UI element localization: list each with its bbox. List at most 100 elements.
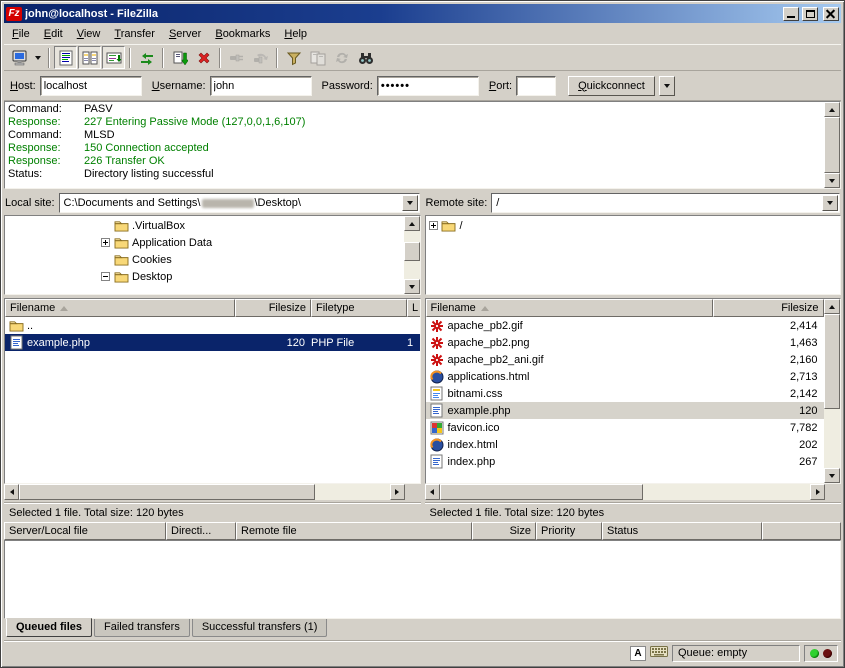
file-row-index-html[interactable]: index.html202	[426, 436, 825, 453]
message-log-scrollbar[interactable]	[824, 102, 840, 188]
file-row-bitnami-css[interactable]: bitnami.css2,142	[426, 385, 825, 402]
scroll-down-button[interactable]	[824, 468, 840, 483]
column-header-filesize[interactable]: Filesize	[713, 299, 824, 317]
column-header-priority[interactable]: Priority	[536, 522, 602, 540]
expand-icon[interactable]	[101, 238, 110, 247]
quickconnect-dropdown-button[interactable]	[659, 76, 675, 96]
tree-item-label: .VirtualBox	[129, 220, 185, 232]
file-row-index-php[interactable]: index.php267	[426, 453, 825, 470]
column-header-server-local-file[interactable]: Server/Local file	[4, 522, 166, 540]
toggle-message-log-button[interactable]	[54, 46, 77, 69]
column-header-filename[interactable]: Filename	[5, 299, 235, 317]
file-row-apache-pb2-gif[interactable]: apache_pb2.gif2,414	[426, 317, 825, 334]
menu-transfer[interactable]: Transfer	[107, 25, 162, 43]
tree-item-virtualbox[interactable]: .VirtualBox	[5, 217, 404, 234]
toggle-transfer-queue-button[interactable]	[102, 46, 125, 69]
tree-item-application-data[interactable]: Application Data	[5, 234, 404, 251]
file-size-cell: 2,142	[713, 385, 824, 402]
file-row-applications-html[interactable]: applications.html2,713	[426, 368, 825, 385]
scroll-right-button[interactable]	[390, 484, 405, 500]
menu-bookmarks[interactable]: Bookmarks	[208, 25, 277, 43]
tab-failed-transfers[interactable]: Failed transfers	[94, 619, 190, 637]
column-header-directi[interactable]: Directi...	[166, 522, 236, 540]
toggle-directory-trees-button[interactable]	[78, 46, 101, 69]
process-queue-button[interactable]	[168, 46, 191, 69]
host-input[interactable]	[40, 76, 142, 96]
scrollbar-track[interactable]	[19, 484, 390, 500]
scrollbar-track[interactable]	[440, 484, 811, 500]
password-input[interactable]	[377, 76, 479, 96]
scroll-down-button[interactable]	[824, 173, 840, 188]
scrollbar-track[interactable]	[824, 117, 840, 173]
scroll-up-button[interactable]	[824, 102, 840, 117]
local-site-dropdown-button[interactable]	[402, 195, 418, 211]
file-row-[interactable]: ..	[5, 317, 420, 334]
minimize-button[interactable]	[783, 7, 799, 21]
column-header-filetype[interactable]: Filetype	[311, 299, 407, 317]
file-row-favicon-ico[interactable]: favicon.ico7,782	[426, 419, 825, 436]
column-header-l[interactable]: L	[407, 299, 420, 317]
remote-list-scrollbar[interactable]	[824, 299, 840, 483]
menu-edit[interactable]: Edit	[37, 25, 70, 43]
menu-help[interactable]: Help	[277, 25, 314, 43]
find-files-button[interactable]	[354, 46, 377, 69]
local-list-hscrollbar[interactable]	[4, 484, 405, 500]
remote-site-combobox[interactable]: /	[491, 193, 840, 213]
local-site-combobox[interactable]: C:\Documents and Settings\\Desktop\	[59, 193, 420, 213]
activity-led-red-icon	[823, 649, 832, 658]
local-tree-scrollbar[interactable]	[404, 216, 420, 294]
file-row-example-php[interactable]: example.php120	[426, 402, 825, 419]
menu-server[interactable]: Server	[162, 25, 208, 43]
column-header-remote-file[interactable]: Remote file	[236, 522, 472, 540]
maximize-button[interactable]	[802, 7, 818, 21]
scrollbar-track[interactable]	[824, 314, 840, 468]
tree-item-[interactable]: /	[426, 217, 841, 234]
quickconnect-button[interactable]: Quickconnect	[568, 76, 655, 96]
close-button[interactable]	[823, 7, 839, 21]
open-site-manager-button[interactable]	[8, 46, 31, 69]
expand-icon[interactable]	[429, 221, 438, 230]
scroll-down-button[interactable]	[404, 279, 420, 294]
queue-body[interactable]	[4, 540, 841, 619]
scrollbar-thumb[interactable]	[404, 242, 420, 261]
menu-file[interactable]: File	[5, 25, 37, 43]
reconnect-button[interactable]	[249, 46, 272, 69]
collapse-icon[interactable]	[101, 272, 110, 281]
tree-item-cookies[interactable]: Cookies	[5, 251, 404, 268]
tab-successful-transfers-1[interactable]: Successful transfers (1)	[192, 619, 328, 637]
directory-comparison-button[interactable]	[306, 46, 329, 69]
username-input[interactable]	[210, 76, 312, 96]
scrollbar-thumb[interactable]	[824, 314, 840, 409]
title-bar[interactable]: Fz john@localhost - FileZilla	[4, 4, 841, 23]
scroll-up-button[interactable]	[404, 216, 420, 231]
scroll-left-button[interactable]	[425, 484, 440, 500]
file-row-apache-pb2-ani-gif[interactable]: apache_pb2_ani.gif2,160	[426, 351, 825, 368]
column-header-filesize[interactable]: Filesize	[235, 299, 311, 317]
refresh-file-lists-button[interactable]	[135, 46, 158, 69]
site-manager-dropdown-button[interactable]	[32, 46, 44, 69]
filter-directory-listings-button[interactable]	[282, 46, 305, 69]
menu-view[interactable]: View	[70, 25, 108, 43]
file-row-example-php[interactable]: example.php120PHP File1	[5, 334, 420, 351]
port-input[interactable]	[516, 76, 556, 96]
column-header-size[interactable]: Size	[472, 522, 536, 540]
scroll-right-button[interactable]	[810, 484, 825, 500]
scrollbar-thumb[interactable]	[824, 117, 840, 173]
tree-item-desktop[interactable]: Desktop	[5, 268, 404, 285]
scrollbar-thumb[interactable]	[19, 484, 315, 500]
disconnect-button[interactable]	[225, 46, 248, 69]
scroll-up-button[interactable]	[824, 299, 840, 314]
remote-site-dropdown-button[interactable]	[822, 195, 838, 211]
column-header-status[interactable]: Status	[602, 522, 762, 540]
php-icon	[429, 454, 445, 470]
scrollbar-track[interactable]	[404, 231, 420, 279]
file-name-cell: favicon.ico	[426, 419, 713, 436]
column-header-filename[interactable]: Filename	[426, 299, 713, 317]
remote-list-hscrollbar[interactable]	[425, 484, 826, 500]
tab-queued-files[interactable]: Queued files	[6, 618, 92, 637]
file-row-apache-pb2-png[interactable]: apache_pb2.png1,463	[426, 334, 825, 351]
scroll-left-button[interactable]	[4, 484, 19, 500]
synchronized-browsing-button[interactable]	[330, 46, 353, 69]
scrollbar-thumb[interactable]	[440, 484, 644, 500]
cancel-operation-button[interactable]	[192, 46, 215, 69]
